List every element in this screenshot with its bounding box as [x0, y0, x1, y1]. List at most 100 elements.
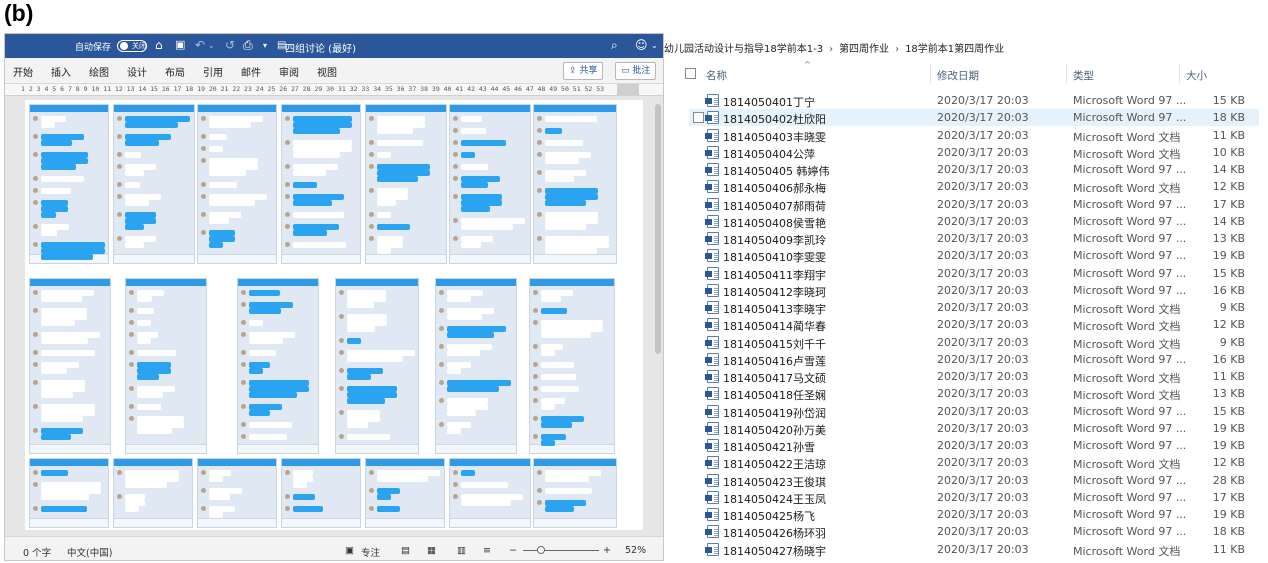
chat-screenshot[interactable]	[449, 104, 531, 264]
autosave-toggle[interactable]: 关闭	[117, 40, 147, 52]
file-name[interactable]: 1814050421孙雪	[723, 439, 815, 455]
tab-view[interactable]: 视图	[317, 64, 337, 79]
row-checkbox[interactable]	[693, 112, 704, 124]
column-divider[interactable]	[930, 64, 931, 84]
file-name[interactable]: 1814050401丁宁	[723, 94, 815, 110]
file-name[interactable]: 1814050407郝雨荷	[723, 198, 826, 214]
file-name[interactable]: 1814050406郝永梅	[723, 180, 826, 196]
file-row[interactable]: 1814050405 韩婷伟 2020/3/17 20:03 Microsoft W…	[689, 161, 1259, 178]
tab-design[interactable]: 设计	[127, 64, 147, 79]
file-row[interactable]: 1814050413李晓宇 2020/3/17 20:03 Microsoft Wo…	[689, 299, 1259, 316]
print-icon[interactable]: ⎙	[243, 38, 253, 53]
chat-screenshot[interactable]	[281, 458, 361, 528]
tab-draw[interactable]: 绘图	[89, 64, 109, 79]
column-type[interactable]: 类型	[1073, 68, 1094, 83]
tab-layout[interactable]: 布局	[165, 64, 185, 79]
tab-home[interactable]: 开始	[13, 64, 33, 79]
file-row[interactable]: 1814050422王洁琼 2020/3/17 20:03 Microsoft Wo…	[689, 454, 1259, 471]
file-name[interactable]: 1814050403丰晓雯	[723, 129, 826, 145]
file-name[interactable]: 1814050427杨晓宇	[723, 543, 826, 559]
document-page[interactable]	[25, 100, 643, 530]
zoom-out-icon[interactable]: −	[509, 545, 517, 556]
file-row[interactable]: 1814050407郝雨荷 2020/3/17 20:03 Microsoft Wo…	[689, 196, 1259, 213]
breadcrumb-class-folder[interactable]: 18学前本1第四周作业	[905, 40, 1004, 55]
file-row[interactable]: 1814050406郝永梅 2020/3/17 20:03 Microsoft Wo…	[689, 178, 1259, 195]
column-name[interactable]: 名称	[706, 68, 727, 83]
file-row[interactable]: 1814050427杨晓宇 2020/3/17 20:03 Microsoft Wo…	[689, 541, 1259, 558]
chat-screenshot[interactable]	[365, 104, 447, 264]
file-row[interactable]: 1814050401丁宁 2020/3/17 20:03 Microsoft Wor…	[689, 92, 1259, 109]
chat-screenshot[interactable]	[113, 104, 195, 264]
share-button[interactable]: ⇪ 共享	[563, 62, 604, 80]
zoom-slider-thumb[interactable]	[537, 546, 545, 554]
column-size[interactable]: 大小	[1186, 68, 1207, 83]
file-row[interactable]: 1814050419孙岱润 2020/3/17 20:03 Microsoft Wo…	[689, 403, 1259, 420]
file-row[interactable]: 1814050425杨飞 2020/3/17 20:03 Microsoft Wor…	[689, 506, 1259, 523]
save-icon[interactable]: ▣	[175, 38, 185, 51]
file-row[interactable]: 1814050416卢雪莲 2020/3/17 20:03 Microsoft Wo…	[689, 351, 1259, 368]
search-icon[interactable]: ⌕	[611, 38, 618, 53]
file-row[interactable]: 1814050408侯雪艳 2020/3/17 20:03 Microsoft Wo…	[689, 213, 1259, 230]
file-name[interactable]: 1814050419孙岱润	[723, 405, 826, 421]
file-name[interactable]: 1814050402杜欣阳	[723, 111, 826, 127]
chat-screenshot[interactable]	[113, 458, 193, 528]
chat-screenshot[interactable]	[435, 278, 517, 454]
file-name[interactable]: 1814050414蔺华春	[723, 318, 826, 334]
file-row[interactable]: 1814050420孙万美 2020/3/17 20:03 Microsoft Wo…	[689, 420, 1259, 437]
select-all-checkbox[interactable]	[685, 68, 696, 79]
chat-screenshot[interactable]	[29, 278, 111, 454]
focus-label[interactable]: 专注	[361, 545, 380, 559]
scrollbar-thumb[interactable]	[655, 104, 661, 354]
file-row[interactable]: 1814050410李雯雯 2020/3/17 20:03 Microsoft Wo…	[689, 247, 1259, 264]
undo-icon[interactable]: ↶	[195, 38, 205, 52]
chat-screenshot[interactable]	[529, 278, 615, 454]
file-row[interactable]: 1814050423王俊琪 2020/3/17 20:03 Microsoft Wo…	[689, 472, 1259, 489]
chat-screenshot[interactable]	[237, 278, 319, 454]
smiley-feedback-icon[interactable]: ☺	[635, 38, 648, 52]
file-row[interactable]: 1814050417马文硕 2020/3/17 20:03 Microsoft Wo…	[689, 368, 1259, 385]
file-row[interactable]: 1814050414蔺华春 2020/3/17 20:03 Microsoft Wo…	[689, 316, 1259, 333]
file-row[interactable]: 1814050412李晓珂 2020/3/17 20:03 Microsoft Wo…	[689, 282, 1259, 299]
web-layout-icon[interactable]: ▥	[457, 545, 466, 556]
tab-review[interactable]: 审阅	[279, 64, 299, 79]
ruler-right-margin[interactable]	[617, 84, 639, 95]
file-name[interactable]: 1814050412李晓珂	[723, 284, 826, 300]
chat-screenshot[interactable]	[29, 104, 109, 264]
file-name[interactable]: 1814050413李晓宇	[723, 301, 826, 317]
file-row[interactable]: 1814050421孙雪 2020/3/17 20:03 Microsoft Wor…	[689, 437, 1259, 454]
column-divider[interactable]	[1179, 64, 1180, 84]
document-canvas[interactable]	[5, 96, 663, 536]
chat-screenshot[interactable]	[533, 104, 617, 264]
file-row[interactable]: 1814050411李翔宇 2020/3/17 20:03 Microsoft Wo…	[689, 265, 1259, 282]
chat-screenshot[interactable]	[281, 104, 361, 264]
file-row[interactable]: 1814050426杨环羽 2020/3/17 20:03 Microsoft Wo…	[689, 523, 1259, 540]
chat-screenshot[interactable]	[125, 278, 207, 454]
redo-icon[interactable]: ↺	[225, 38, 235, 52]
customize-dropdown-icon[interactable]: ▾	[263, 41, 267, 50]
chat-screenshot[interactable]	[335, 278, 419, 454]
file-name[interactable]: 1814050415刘千千	[723, 336, 826, 352]
zoom-in-icon[interactable]: +	[603, 545, 611, 556]
zoom-level[interactable]: 52%	[625, 545, 646, 556]
undo-dropdown-icon[interactable]: ⌄	[208, 41, 215, 50]
breadcrumb-course[interactable]: 幼儿园活动设计与指导18学前本1-3	[664, 40, 823, 55]
file-row[interactable]: 1814050409李凯玲 2020/3/17 20:03 Microsoft Wo…	[689, 230, 1259, 247]
file-name[interactable]: 1814050416卢雪莲	[723, 353, 826, 369]
file-name[interactable]: 1814050405 韩婷伟	[723, 163, 829, 179]
tab-mailings[interactable]: 邮件	[241, 64, 261, 79]
file-row[interactable]: 1814050424王玉凤 2020/3/17 20:03 Microsoft Wo…	[689, 489, 1259, 506]
language-indicator[interactable]: 中文(中国)	[67, 545, 112, 559]
chat-screenshot[interactable]	[197, 458, 277, 528]
file-name[interactable]: 1814050420孙万美	[723, 422, 826, 438]
file-name[interactable]: 1814050424王玉凤	[723, 491, 826, 507]
chat-screenshot[interactable]	[197, 104, 277, 264]
file-name[interactable]: 1814050404公萍	[723, 146, 815, 162]
focus-icon[interactable]: ▣	[345, 545, 354, 556]
chat-screenshot[interactable]	[449, 458, 531, 528]
file-name[interactable]: 1814050411李翔宇	[723, 267, 826, 283]
file-row[interactable]: 1814050418任圣娴 2020/3/17 20:03 Microsoft Wo…	[689, 385, 1259, 402]
breadcrumb-week4[interactable]: 第四周作业	[839, 40, 889, 55]
file-row[interactable]: 1814050403丰晓雯 2020/3/17 20:03 Microsoft Wo…	[689, 127, 1259, 144]
feedback-dropdown-icon[interactable]: ⌄	[651, 41, 658, 50]
file-name[interactable]: 1814050423王俊琪	[723, 474, 826, 490]
